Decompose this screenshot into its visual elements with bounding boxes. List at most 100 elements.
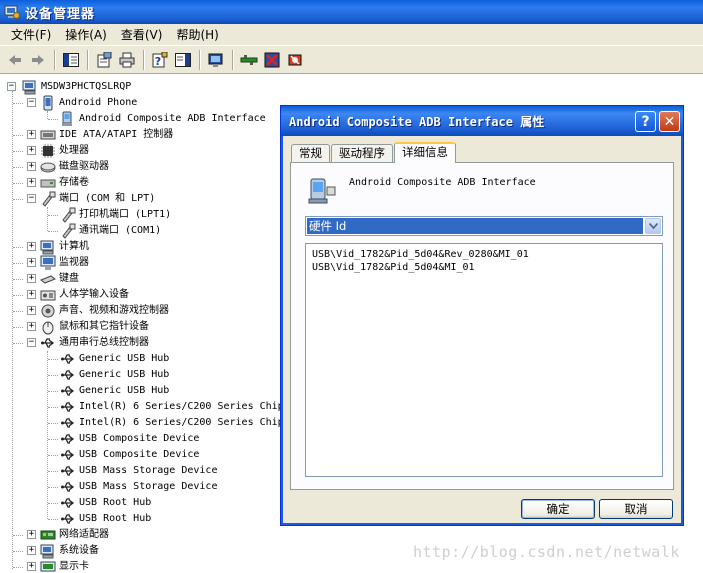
- ok-button[interactable]: 确定: [521, 499, 595, 519]
- tree-node[interactable]: 监视器: [40, 255, 89, 271]
- tree-node[interactable]: Intel(R) 6 Series/C200 Series Chip: [60, 415, 284, 431]
- value-list[interactable]: USB\Vid_1782&Pid_5d04&Rev_0280&MI_01 USB…: [305, 243, 663, 477]
- network-adapter-icon: [40, 530, 56, 540]
- menu-file[interactable]: 文件(F): [4, 24, 58, 45]
- tree-node[interactable]: IDE ATA/ATAPI 控制器: [40, 127, 173, 143]
- dialog-help-button[interactable]: ?: [635, 111, 656, 132]
- tab-details[interactable]: 详细信息: [394, 142, 456, 163]
- forward-icon[interactable]: [27, 49, 49, 71]
- details-panel: Android Composite ADB Interface 硬件 Id US…: [290, 162, 674, 490]
- help-icon[interactable]: ?: [149, 49, 171, 71]
- tree-node[interactable]: USB Mass Storage Device: [60, 463, 217, 479]
- tree-node[interactable]: USB Root Hub: [60, 511, 151, 527]
- usb-icon: [61, 514, 75, 524]
- tree-node-label: USB Root Hub: [79, 513, 152, 524]
- tree-expander[interactable]: +: [27, 306, 36, 315]
- tree-node[interactable]: Generic USB Hub: [60, 351, 169, 367]
- tree-node[interactable]: 磁盘驱动器: [40, 159, 109, 175]
- tree-line: [48, 423, 58, 424]
- menu-view[interactable]: 查看(V): [114, 24, 170, 45]
- tree-node[interactable]: 处理器: [40, 143, 89, 159]
- tree-node[interactable]: USB Composite Device: [60, 447, 199, 463]
- menu-help[interactable]: 帮助(H): [169, 24, 225, 45]
- tree-node-label: 计算机: [59, 241, 89, 252]
- tree-line: [13, 199, 23, 200]
- tree-node[interactable]: Intel(R) 6 Series/C200 Series Chip: [60, 399, 284, 415]
- tree-node[interactable]: USB Root Hub: [60, 495, 151, 511]
- print-icon[interactable]: [116, 49, 138, 71]
- tree-expander[interactable]: +: [27, 162, 36, 171]
- dialog-tabs: 常规 驱动程序 详细信息: [291, 142, 457, 163]
- tree-node[interactable]: 计算机: [40, 239, 89, 255]
- back-icon[interactable]: [4, 49, 26, 71]
- tree-expander[interactable]: +: [27, 178, 36, 187]
- tree-expander[interactable]: +: [27, 546, 36, 555]
- scan-hardware-icon[interactable]: [205, 49, 227, 71]
- disable-device-icon[interactable]: [261, 49, 283, 71]
- tree-node[interactable]: Android Composite ADB Interface: [60, 111, 266, 127]
- tree-expander[interactable]: +: [27, 130, 36, 139]
- tree-node[interactable]: 键盘: [40, 271, 79, 287]
- cancel-button[interactable]: 取消: [599, 499, 673, 519]
- chevron-down-icon[interactable]: [645, 218, 661, 234]
- tree-expander[interactable]: +: [27, 258, 36, 267]
- tree-node[interactable]: 打印机端口 (LPT1): [60, 207, 171, 223]
- tree-node[interactable]: 端口 (COM 和 LPT): [40, 191, 155, 207]
- tree-line: [48, 359, 58, 360]
- tree-node[interactable]: 声音、视频和游戏控制器: [40, 303, 169, 319]
- tree-node[interactable]: 通用串行总线控制器: [40, 335, 149, 351]
- tree-expander[interactable]: +: [27, 530, 36, 539]
- tree-line: [13, 551, 23, 552]
- list-item[interactable]: USB\Vid_1782&Pid_5d04&Rev_0280&MI_01: [312, 248, 656, 261]
- update-driver-icon[interactable]: [238, 49, 260, 71]
- usb-icon: [41, 338, 55, 348]
- tree-node-label: Intel(R) 6 Series/C200 Series Chip: [79, 401, 284, 412]
- tree-expander[interactable]: −: [27, 194, 36, 203]
- tree-expander[interactable]: −: [27, 98, 36, 107]
- tree-line: [13, 167, 23, 168]
- menu-action[interactable]: 操作(A): [58, 24, 114, 45]
- dialog-title-bar[interactable]: Android Composite ADB Interface 属性: [281, 106, 683, 136]
- tree-node[interactable]: 显示卡: [40, 559, 89, 573]
- tree-expander[interactable]: +: [27, 562, 36, 571]
- tree-node[interactable]: 人体学输入设备: [40, 287, 129, 303]
- usb-icon: [61, 466, 75, 476]
- tree-node[interactable]: 通讯端口 (COM1): [60, 223, 161, 239]
- action-pane-icon[interactable]: [172, 49, 194, 71]
- tree-expander[interactable]: +: [27, 274, 36, 283]
- tree-node[interactable]: USB Composite Device: [60, 431, 199, 447]
- dialog-close-button[interactable]: ✕: [659, 111, 680, 132]
- tree-line: [48, 407, 58, 408]
- tree-root[interactable]: MSDW3PHCTQSLRQP: [22, 79, 131, 95]
- show-hide-console-tree-icon[interactable]: [60, 49, 82, 71]
- tree-line: [13, 151, 23, 152]
- tree-expander[interactable]: −: [27, 338, 36, 347]
- disk-drive-icon: [40, 162, 56, 173]
- usb-icon: [61, 354, 75, 364]
- tab-general[interactable]: 常规: [291, 144, 330, 162]
- tree-expander[interactable]: +: [27, 146, 36, 155]
- uninstall-device-icon[interactable]: [284, 49, 306, 71]
- list-item[interactable]: USB\Vid_1782&Pid_5d04&MI_01: [312, 261, 656, 274]
- tree-node[interactable]: Android Phone: [40, 95, 137, 111]
- tree-node-label: 端口 (COM 和 LPT): [59, 193, 156, 204]
- tree-node[interactable]: 系统设备: [40, 543, 99, 559]
- main-title-bar[interactable]: 设备管理器: [0, 0, 703, 24]
- tree-expander[interactable]: +: [27, 290, 36, 299]
- computer-icon: [40, 544, 54, 559]
- property-select[interactable]: 硬件 Id: [305, 216, 663, 236]
- tree-expander[interactable]: +: [27, 242, 36, 251]
- tab-driver[interactable]: 驱动程序: [331, 144, 393, 162]
- tree-line: [48, 455, 58, 456]
- tree-expander[interactable]: +: [27, 322, 36, 331]
- tree-node[interactable]: USB Mass Storage Device: [60, 479, 217, 495]
- tree-node[interactable]: Generic USB Hub: [60, 367, 169, 383]
- tree-node-label: 显示卡: [59, 561, 89, 572]
- tree-expander[interactable]: −: [7, 82, 16, 91]
- tree-node[interactable]: 网络适配器: [40, 527, 109, 543]
- tree-node[interactable]: 存储卷: [40, 175, 89, 191]
- tree-line: [13, 263, 23, 264]
- tree-node[interactable]: 鼠标和其它指针设备: [40, 319, 149, 335]
- tree-node[interactable]: Generic USB Hub: [60, 383, 169, 399]
- properties-icon[interactable]: [93, 49, 115, 71]
